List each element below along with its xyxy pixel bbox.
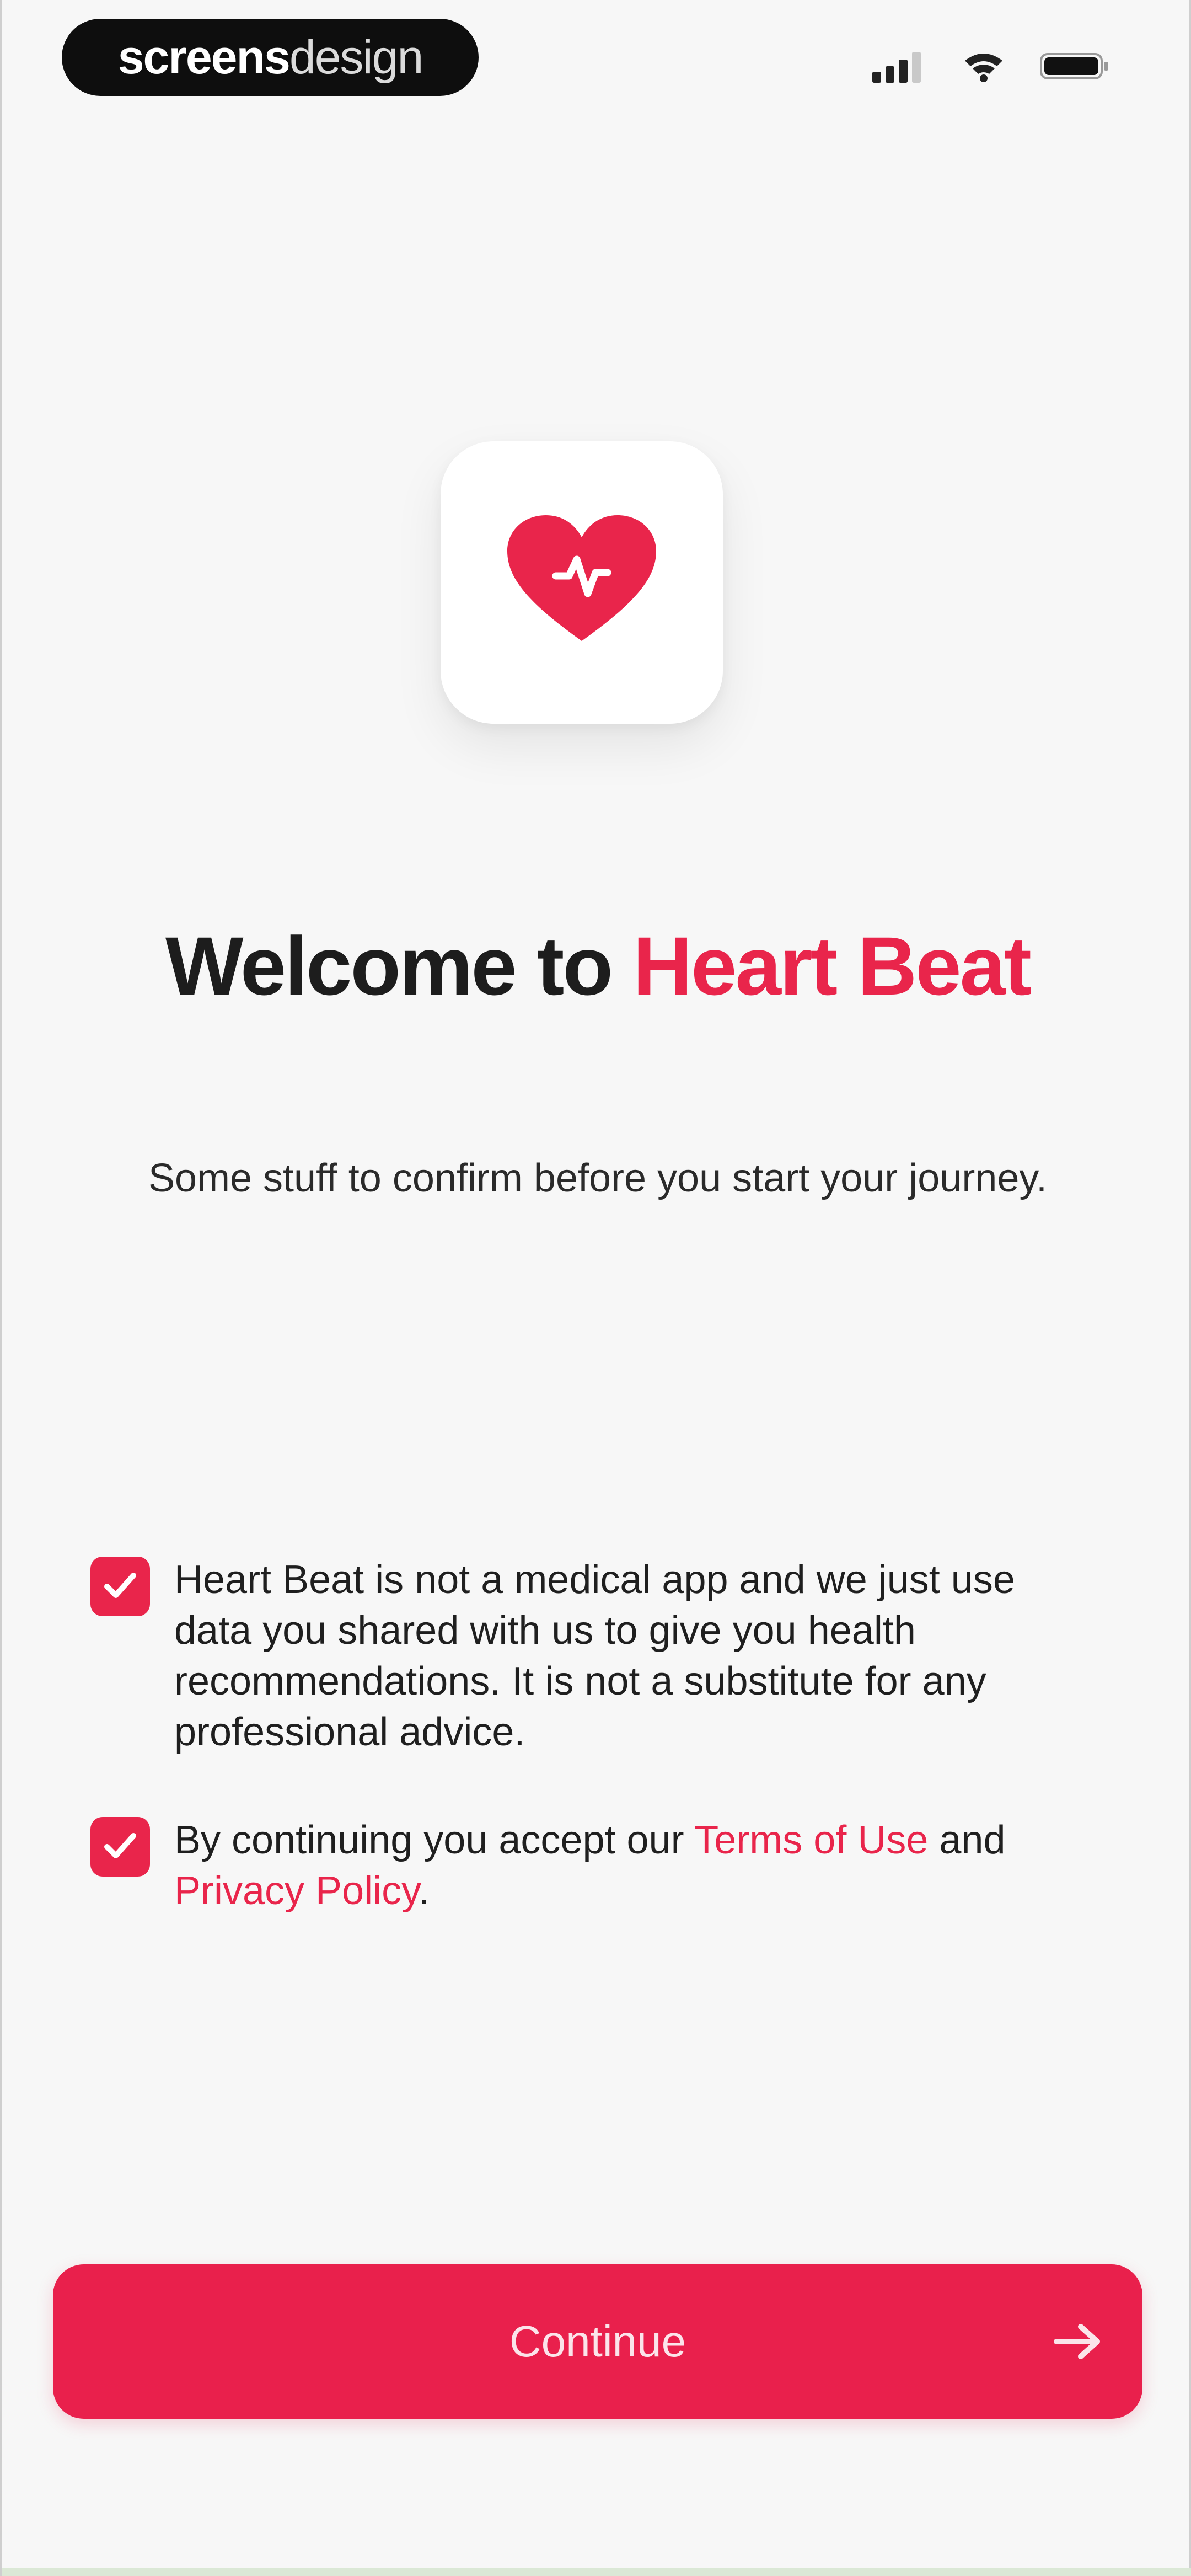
terms-of-use-link[interactable]: Terms of Use: [694, 1818, 928, 1862]
terms-text-after: .: [418, 1869, 430, 1913]
page-subtitle: Some stuff to confirm before you start y…: [148, 1156, 1048, 1200]
brand-text-light: design: [289, 30, 423, 84]
app-logo: [441, 441, 723, 724]
title-app-name: Heart Beat: [632, 920, 1032, 1012]
brand-text-strong: screens: [117, 30, 291, 84]
arrow-right-icon: [1053, 2322, 1103, 2361]
continue-button[interactable]: Continue: [53, 2264, 1142, 2419]
terms-text-before: By continuing you accept our: [174, 1818, 695, 1862]
checkmark-icon: [99, 1825, 141, 1869]
checkmark-icon: [99, 1564, 141, 1609]
status-icons: [872, 50, 1112, 85]
continue-button-label: Continue: [509, 2317, 686, 2366]
bottom-edge: [2, 2568, 1191, 2576]
wifi-icon: [963, 50, 1005, 85]
heart-pulse-icon: [507, 515, 656, 650]
cellular-signal-icon: [872, 50, 927, 85]
terms-text-middle: and: [928, 1818, 1006, 1862]
terms-consent-row: By continuing you accept our Terms of Us…: [90, 1815, 1105, 1916]
medical-disclaimer-row: Heart Beat is not a medical app and we j…: [90, 1554, 1105, 1757]
medical-disclaimer-checkbox[interactable]: [90, 1557, 150, 1616]
battery-icon: [1040, 50, 1112, 85]
page-title: Welcome to Heart Beat: [2, 918, 1191, 1014]
title-prefix: Welcome to: [165, 920, 633, 1012]
brand-badge: screens design: [62, 19, 479, 96]
terms-checkbox[interactable]: [90, 1817, 150, 1877]
privacy-policy-link[interactable]: Privacy Policy: [174, 1869, 419, 1913]
terms-consent-text: By continuing you accept our Terms of Us…: [174, 1815, 1101, 1916]
medical-disclaimer-text: Heart Beat is not a medical app and we j…: [174, 1558, 1015, 1754]
onboarding-screen: screens design Welcome to Heart Beat Som…: [0, 0, 1191, 2576]
